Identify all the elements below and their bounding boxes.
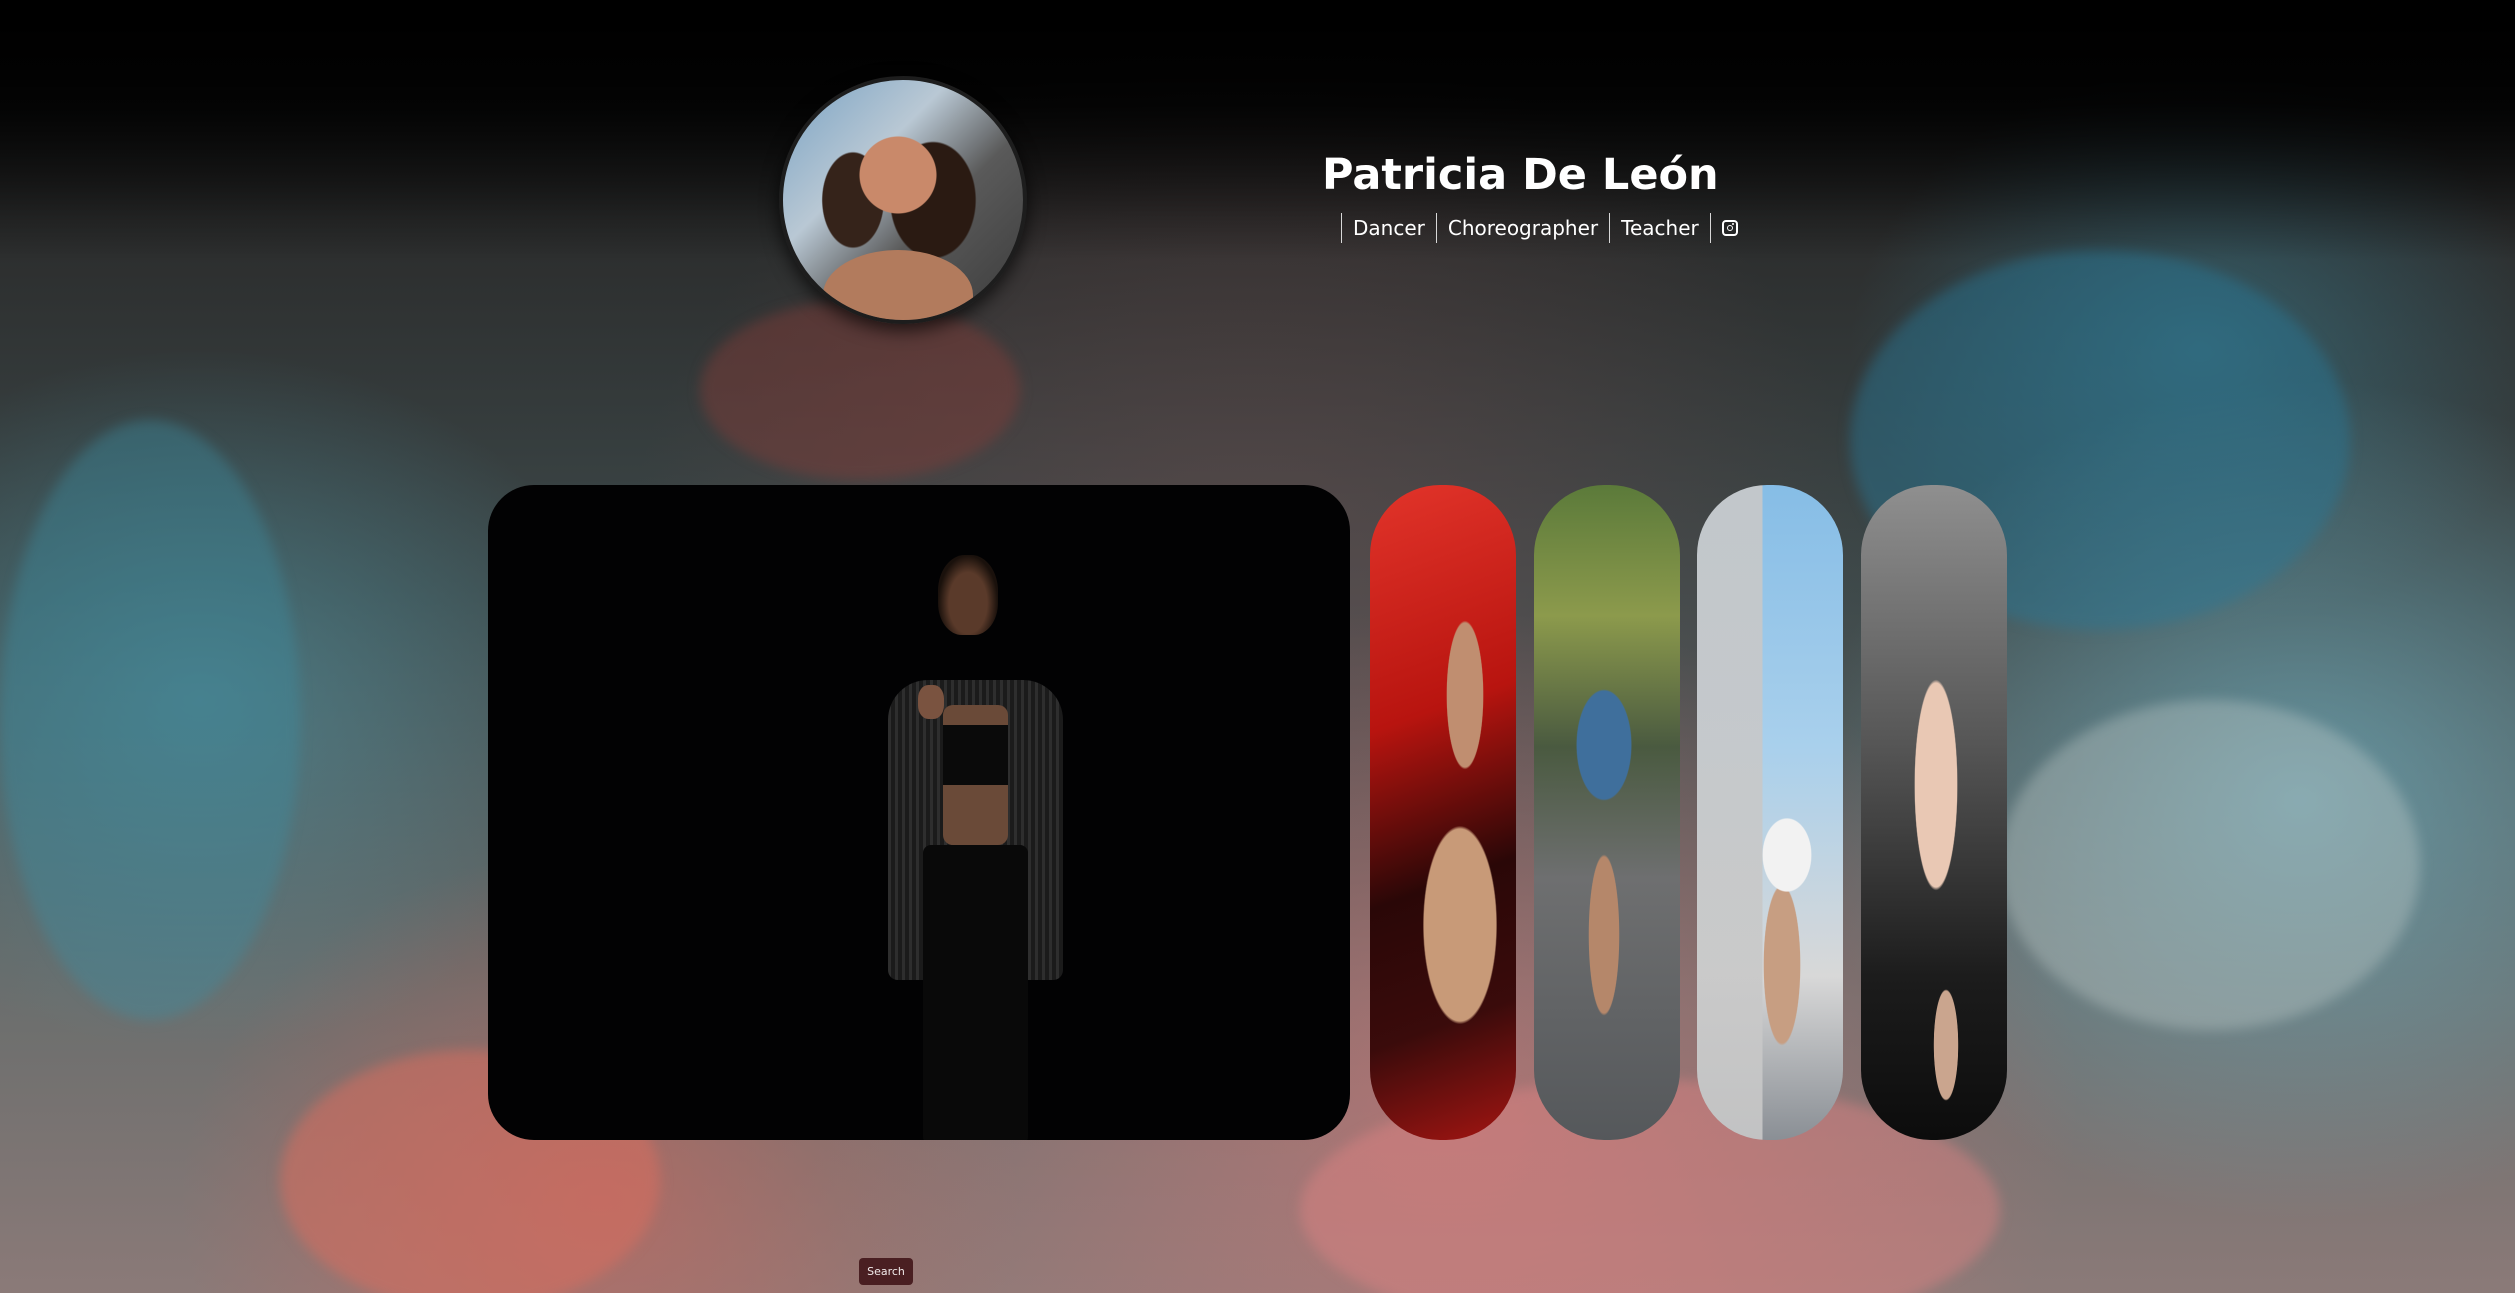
gallery-image-main[interactable] — [488, 485, 1350, 1140]
instagram-icon[interactable] — [1721, 220, 1738, 236]
gallery-image-strip-1[interactable] — [1370, 485, 1516, 1140]
paint-stroke — [700, 300, 1020, 480]
gallery-image-strip-2[interactable] — [1534, 485, 1680, 1140]
paint-stroke — [0, 420, 300, 1020]
gallery-image-strip-3[interactable] — [1697, 485, 1843, 1140]
profile-avatar — [779, 76, 1027, 324]
divider — [1709, 213, 1711, 243]
divider — [1435, 213, 1437, 243]
role-teacher: Teacher — [1621, 216, 1699, 240]
paint-stroke — [2000, 700, 2420, 1030]
divider — [1341, 213, 1342, 243]
gallery-image-strip-4[interactable] — [1861, 485, 2007, 1140]
role-dancer: Dancer — [1353, 216, 1425, 240]
dancer-figure — [843, 555, 1103, 1140]
divider — [1609, 213, 1611, 243]
avatar-shoulders — [823, 250, 973, 320]
role-choreographer: Choreographer — [1447, 216, 1599, 240]
profile-name: Patricia De León — [1322, 150, 1719, 200]
search-button[interactable]: Search — [859, 1258, 913, 1285]
roles-bar: Dancer Choreographer Teacher — [1330, 213, 1738, 243]
